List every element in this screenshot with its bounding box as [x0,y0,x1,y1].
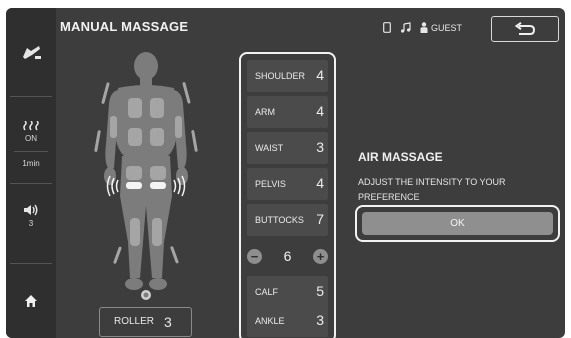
ok-button-frame: OK [355,205,560,242]
volume-level: 3 [28,219,34,228]
heat-status: ON [25,134,37,143]
item-label: ANKLE [255,316,285,326]
sidebar-divider [10,183,52,184]
back-button[interactable] [491,16,559,42]
item-value: 4 [316,103,324,119]
volume-icon [24,204,38,216]
music-icon [401,22,411,33]
air-massage-title: AIR MASSAGE [358,150,443,164]
timer-label[interactable]: 1min [6,159,56,168]
item-label: PELVIS [255,179,286,189]
item-value: 5 [316,283,324,299]
status-bar: GUEST [383,22,462,33]
stepper-value: 6 [283,248,292,264]
back-arrow-icon [514,22,536,35]
sidebar-divider [10,96,52,97]
sidebar-divider [14,151,48,152]
volume-button[interactable]: 3 [6,204,56,228]
item-value: 4 [316,175,324,191]
intensity-stepper: − 6 + [247,240,328,272]
user-indicator[interactable]: GUEST [420,22,462,33]
heat-toggle[interactable]: ON [6,121,56,143]
roller-control[interactable]: ROLLER 3 [99,307,192,337]
list-item-pelvis[interactable]: PELVIS 4 [247,168,328,200]
list-item-waist[interactable]: WAIST 3 [247,132,328,164]
item-value: 7 [316,211,324,227]
phone-icon [383,22,391,33]
roller-value: 3 [164,314,172,330]
chair-recline-icon [23,46,41,59]
roller-label: ROLLER [114,316,155,327]
item-label: ARM [255,107,275,117]
list-item-buttocks[interactable]: BUTTOCKS 7 [247,204,328,236]
plus-button[interactable]: + [312,248,328,264]
item-label: CALF [255,287,279,297]
body-diagram [94,52,198,300]
user-icon [420,22,428,33]
item-value: 4 [316,67,324,83]
user-label: GUEST [431,22,463,33]
recline-button[interactable] [6,41,56,61]
page-title: MANUAL MASSAGE [60,19,189,34]
list-item-shoulder[interactable]: SHOULDER 4 [247,60,328,92]
list-item-calf[interactable]: CALF 5 [247,276,328,308]
sidebar-divider [10,263,52,264]
item-value: 3 [316,312,324,328]
heat-icon [23,121,39,131]
minus-button[interactable]: − [247,248,262,264]
screen: ON 1min 3 MANUAL MASSAGE GUEST ROLLER 3 … [6,8,565,338]
home-button[interactable] [6,294,56,308]
item-value: 3 [316,139,324,155]
list-item-ankle[interactable]: ANKLE 3 [247,305,328,337]
item-label: SHOULDER [255,71,306,81]
list-item-arm[interactable]: ARM 4 [247,96,328,128]
home-icon [25,295,37,307]
ok-button[interactable]: OK [362,212,553,235]
item-label: WAIST [255,143,284,153]
item-label: BUTTOCKS [255,215,304,225]
sidebar: ON 1min 3 [6,8,56,338]
air-massage-description: ADJUST THE INTENSITY TO YOUR PREFERENCE [358,177,506,202]
intensity-list: SHOULDER 4 ARM 4 WAIST 3 PELVIS 4 BUTTOC… [239,52,336,338]
